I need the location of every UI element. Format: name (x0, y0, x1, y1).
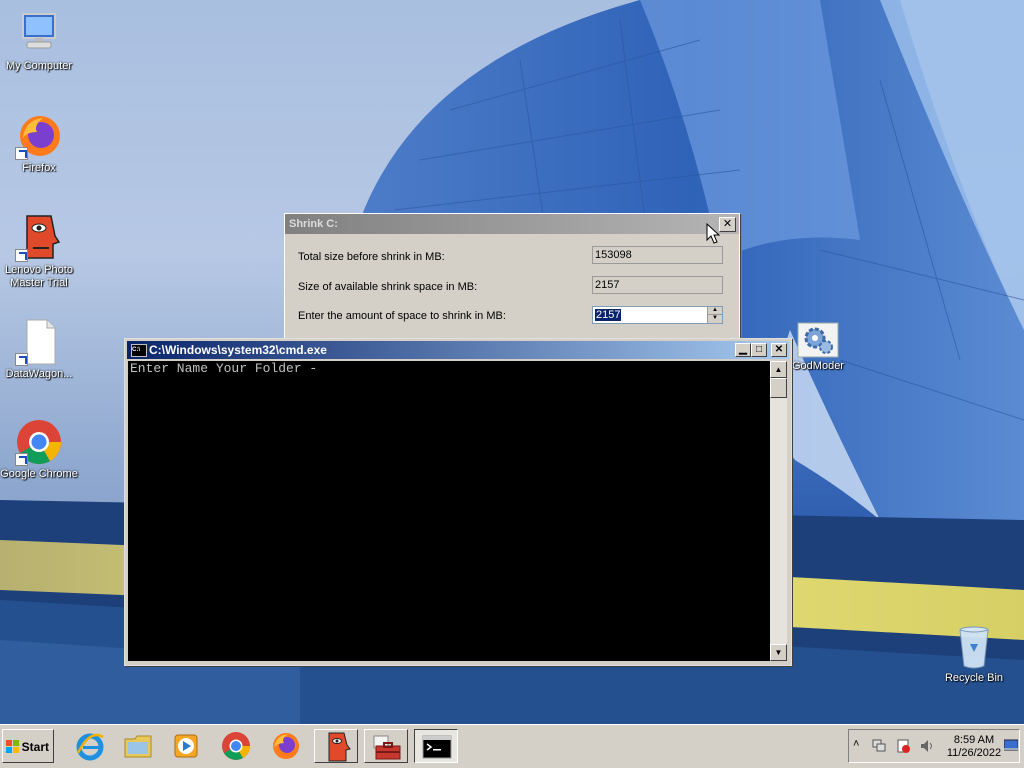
desktop-icon-datawagon[interactable]: DataWagon... (0, 318, 78, 381)
taskbar-firefox[interactable] (264, 729, 308, 763)
desktop-icon-lenovo-photo-master[interactable]: Lenovo Photo Master Trial (0, 214, 78, 290)
internet-explorer-icon (76, 733, 104, 761)
gears-icon (797, 322, 839, 358)
windows-flag-icon (6, 740, 19, 753)
chrome-icon (222, 732, 250, 760)
network-icon[interactable] (871, 738, 887, 754)
desktop-icon-label: Recycle Bin (944, 672, 1004, 684)
cmd-window: C:\ C:\Windows\system32\cmd.exe ▁ □ ✕ En… (124, 338, 792, 666)
minimize-button[interactable]: ▁ (735, 343, 751, 357)
total-size-value: 153098 (592, 246, 723, 264)
volume-icon[interactable] (919, 738, 935, 754)
available-space-value: 2157 (592, 276, 723, 294)
document-icon (15, 318, 63, 366)
folder-icon (124, 735, 152, 758)
spin-up-icon[interactable]: ▲ (708, 307, 722, 315)
desktop-icon-my-computer[interactable]: My Computer (0, 10, 78, 73)
shrink-amount-spinner[interactable]: ▲ ▼ (707, 307, 722, 323)
desktop-icon-label: Lenovo Photo Master Trial (5, 264, 73, 289)
shortcut-arrow-icon (15, 147, 28, 160)
command-prompt-icon (422, 735, 452, 759)
show-desktop-icon[interactable] (1004, 738, 1018, 752)
scroll-up-icon[interactable]: ▲ (770, 361, 787, 378)
shrink-amount-label: Enter the amount of space to shrink in M… (298, 310, 506, 322)
total-size-label: Total size before shrink in MB: (298, 251, 445, 263)
lenovo-photo-master-icon (328, 732, 351, 762)
cmd-icon: C:\ (131, 344, 147, 357)
available-space-label: Size of available shrink space in MB: (298, 281, 478, 293)
clock-date: 11/26/2022 (946, 747, 1002, 759)
clock-time: 8:59 AM (953, 734, 995, 746)
taskbar-media-player[interactable] (164, 729, 208, 763)
taskbar-command-prompt[interactable] (414, 729, 458, 763)
toolbox-icon (373, 735, 401, 760)
taskbar-google-chrome[interactable] (214, 729, 258, 763)
media-player-icon (174, 734, 198, 758)
taskbar-lenovo-photo-master[interactable] (314, 729, 358, 763)
desktop-icon-label: Google Chrome (0, 468, 78, 480)
shrink-dialog-title: Shrink C: (285, 214, 739, 234)
maximize-button[interactable]: □ (751, 343, 767, 357)
desktop-icon-firefox[interactable]: Firefox (0, 112, 78, 175)
spin-down-icon[interactable]: ▼ (708, 315, 722, 322)
close-button[interactable]: ✕ (771, 343, 787, 357)
lenovo-photo-master-icon (15, 214, 63, 262)
shortcut-arrow-icon (15, 453, 28, 466)
desktop-icon-recycle-bin[interactable]: Recycle Bin (935, 624, 1013, 685)
shrink-amount-value: 2157 (595, 309, 622, 321)
desktop-icon-label: DataWagon... (5, 368, 73, 380)
taskbar-windows-explorer[interactable] (116, 729, 160, 763)
vertical-scrollbar[interactable]: ▲ ▼ (770, 361, 787, 661)
scroll-down-icon[interactable]: ▼ (770, 644, 787, 661)
taskbar-internet-explorer[interactable] (68, 729, 112, 763)
shrink-close-button[interactable]: ✕ (719, 217, 736, 232)
desktop-icon-label: Firefox (22, 162, 56, 174)
action-center-icon[interactable] (895, 738, 911, 754)
firefox-icon (273, 733, 299, 759)
desktop-icon-label: My Computer (5, 60, 73, 72)
console-output[interactable]: Enter Name Your Folder - (128, 361, 770, 661)
cmd-window-title: C:\Windows\system32\cmd.exe (149, 343, 327, 357)
show-hidden-icons-icon[interactable]: ˄ (853, 738, 859, 750)
computer-icon (15, 10, 63, 58)
shortcut-arrow-icon (15, 353, 28, 366)
system-tray: ˄ 8:59 AM 11/26/2022 (848, 729, 1020, 763)
shrink-amount-input[interactable]: 2157 ▲ ▼ (592, 306, 723, 324)
taskbar: Start ˄ 8:59 AM 11/26/2022 (0, 724, 1024, 768)
cmd-title-bar[interactable]: C:\ C:\Windows\system32\cmd.exe ▁ □ ✕ (127, 341, 789, 359)
mouse-cursor-icon (706, 223, 720, 244)
start-label: Start (21, 740, 49, 754)
shrink-dialog: Shrink C: ✕ Total size before shrink in … (284, 213, 740, 345)
taskbar-toolbox[interactable] (364, 729, 408, 763)
recycle-bin-icon (950, 624, 998, 670)
scroll-thumb[interactable] (770, 378, 787, 398)
chrome-icon (15, 418, 63, 466)
taskbar-clock[interactable]: 8:59 AM 11/26/2022 (943, 734, 1005, 760)
shortcut-arrow-icon (15, 249, 28, 262)
desktop-icon-google-chrome[interactable]: Google Chrome (0, 418, 78, 481)
firefox-icon (15, 112, 63, 160)
start-button[interactable]: Start (2, 729, 54, 763)
